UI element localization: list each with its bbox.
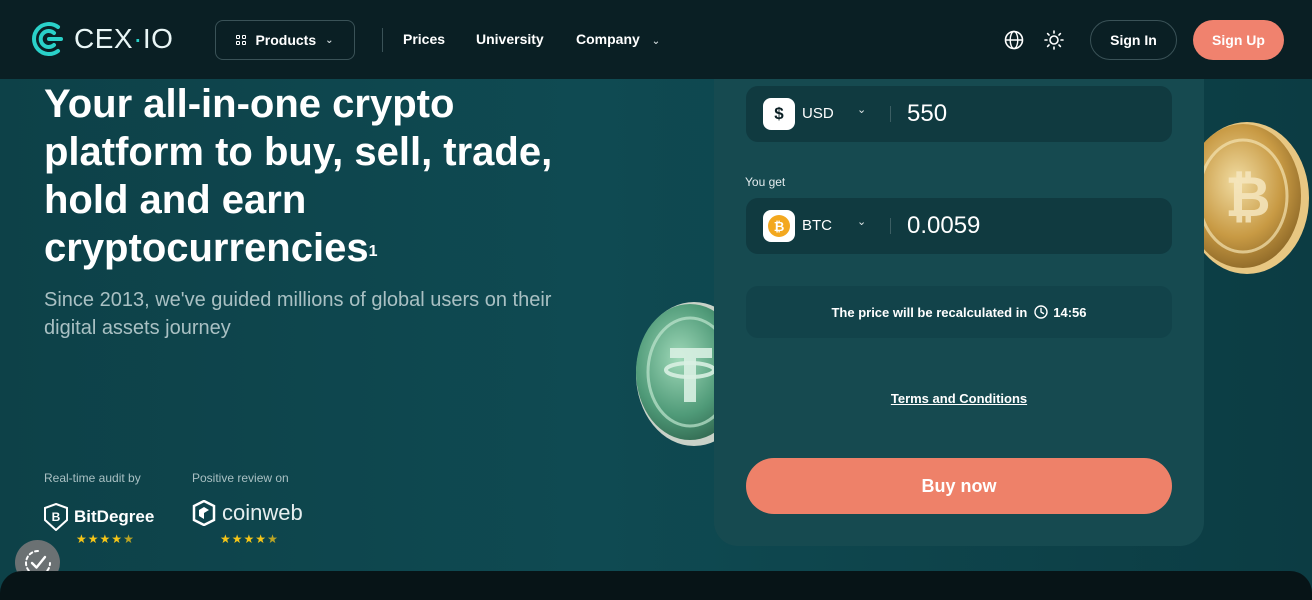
coinweb-icon (192, 500, 216, 526)
price-recalc-notice: The price will be recalculated in 14:56 (746, 286, 1172, 338)
audit-label: Real-time audit by (44, 471, 141, 485)
get-amount-value[interactable]: 0.0059 (907, 212, 980, 240)
bitdegree-rating: ★ ★ ★ ★ ★ (76, 533, 134, 545)
half-star-icon: ★ (123, 532, 134, 546)
products-menu-button[interactable]: Products ⌄ (215, 20, 355, 60)
chevron-down-icon: ⌄ (651, 36, 661, 47)
pay-amount-field: $ USD ⌄ 550 (746, 86, 1172, 142)
logo-wordmark: CEX·IO (74, 23, 174, 54)
star-icon: ★ (231, 532, 243, 546)
star-icon: ★ (87, 532, 99, 546)
nav-company[interactable]: Company ⌄ (576, 31, 660, 47)
tether-coin (636, 302, 720, 446)
chevron-down-icon[interactable]: ⌄ (857, 103, 866, 116)
buy-crypto-widget: $ USD ⌄ 550 You get ₿ BTC ⌄ 0.0059 The p… (714, 79, 1204, 546)
globe-icon[interactable] (1004, 30, 1024, 50)
sign-in-button[interactable]: Sign In (1090, 20, 1177, 60)
next-section-edge (0, 571, 1312, 600)
star-icon: ★ (99, 532, 111, 546)
star-icon: ★ (111, 532, 123, 546)
recalc-text: The price will be recalculated in (831, 304, 1028, 320)
star-icon: ★ (220, 532, 231, 546)
you-get-label: You get (745, 175, 786, 189)
bitdegree-icon: B (44, 503, 68, 531)
svg-text:₿: ₿ (1225, 165, 1271, 230)
grid-icon (236, 35, 247, 45)
nav-divider (382, 28, 383, 52)
nav-prices[interactable]: Prices (403, 31, 445, 47)
terms-link[interactable]: Terms and Conditions (714, 391, 1204, 406)
dollar-icon: $ (763, 98, 795, 130)
star-icon: ★ (76, 532, 87, 546)
coinweb-rating: ★ ★ ★ ★ ★ (220, 533, 278, 545)
chevron-down-icon[interactable]: ⌄ (857, 215, 866, 228)
bitcoin-icon: ₿ (763, 210, 795, 242)
review-label: Positive review on (192, 471, 289, 485)
recalc-timer: 14:56 (1053, 304, 1087, 320)
products-label: Products (255, 32, 317, 48)
nav-university[interactable]: University (476, 31, 544, 47)
pay-amount-input[interactable]: 550 (907, 100, 947, 128)
half-star-icon: ★ (267, 532, 278, 546)
cex-logo[interactable]: CEX·IO (28, 19, 173, 59)
hero-subtitle: Since 2013, we've guided millions of glo… (44, 289, 552, 339)
sun-icon[interactable] (1044, 30, 1064, 50)
cex-logo-icon (32, 22, 63, 56)
star-icon: ★ (243, 532, 255, 546)
buy-now-button[interactable]: Buy now (746, 458, 1172, 514)
bitdegree-name: BitDegree (74, 507, 155, 526)
field-divider (890, 218, 891, 234)
field-divider (890, 106, 891, 122)
pay-currency-select[interactable]: USD (802, 105, 834, 122)
hero-title: Your all-in-one crypto platform to buy, … (44, 82, 553, 270)
clock-icon (1034, 305, 1048, 319)
star-icon: ★ (255, 532, 267, 546)
coinweb-logo[interactable]: coinweb (192, 500, 303, 526)
svg-text:B: B (52, 510, 61, 524)
get-currency-select[interactable]: BTC (802, 217, 832, 234)
chevron-down-icon: ⌄ (325, 34, 334, 46)
coinweb-name: coinweb (222, 500, 303, 525)
top-nav: CEX·IO Products ⌄ Prices University Comp… (0, 0, 1312, 79)
footnote-marker[interactable]: 1 (369, 243, 378, 260)
get-amount-field: ₿ BTC ⌄ 0.0059 (746, 198, 1172, 254)
sign-up-button[interactable]: Sign Up (1193, 20, 1284, 60)
bitdegree-logo[interactable]: B BitDegree (44, 503, 154, 531)
